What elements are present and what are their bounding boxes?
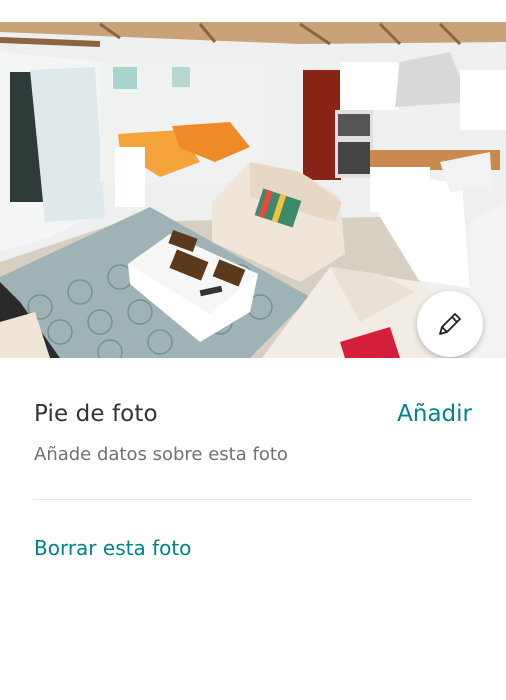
caption-hint: Añade datos sobre esta foto [34, 444, 288, 465]
edit-photo-button[interactable] [417, 291, 483, 357]
pencil-icon [439, 313, 461, 335]
caption-label: Pie de foto [34, 401, 158, 427]
delete-photo-button[interactable]: Borrar esta foto [34, 536, 191, 560]
divider [34, 499, 472, 500]
room-photo [0, 22, 506, 358]
add-caption-button[interactable]: Añadir [397, 401, 472, 427]
